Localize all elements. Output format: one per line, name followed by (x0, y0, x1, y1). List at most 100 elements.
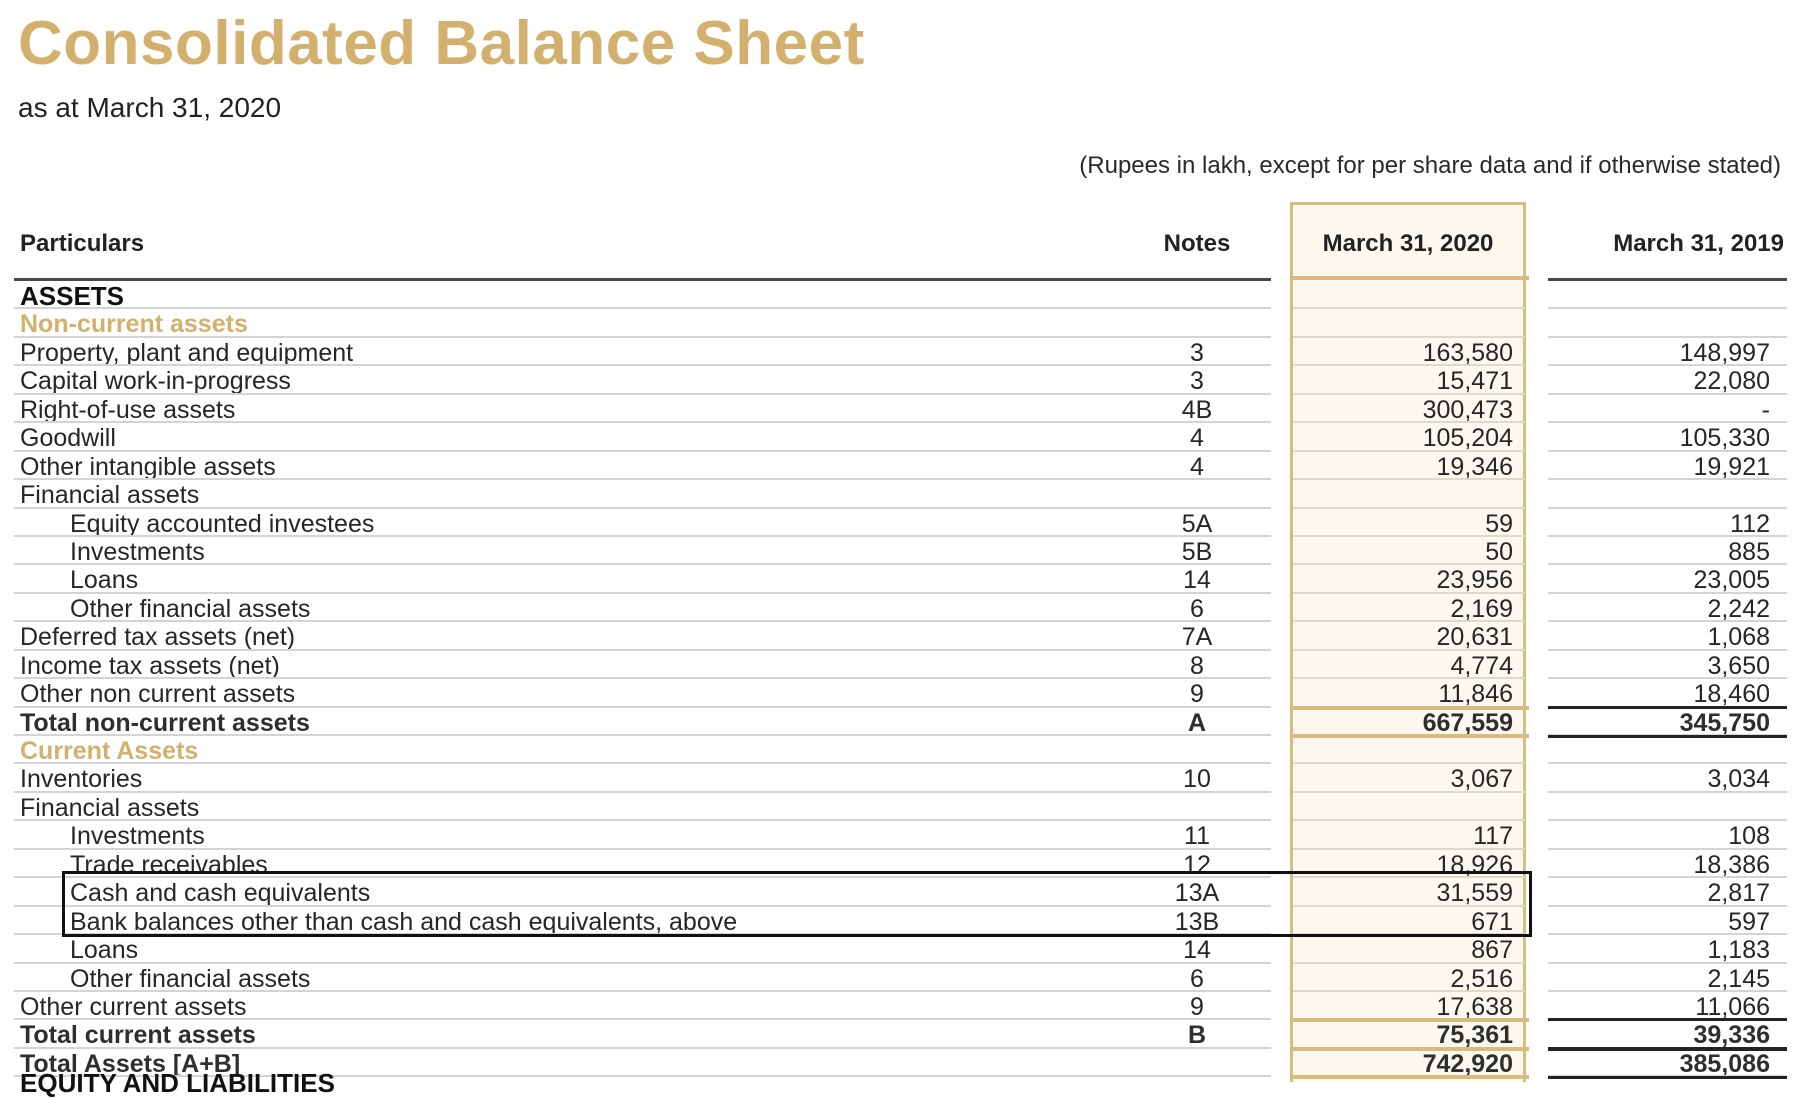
value-2019 (1548, 793, 1770, 821)
row-label: Other non current assets (20, 680, 296, 709)
table-row: Capital work-in-progress 3 15,471 22,080 (0, 366, 1799, 396)
value-2020: 50 (1485, 537, 1513, 566)
value-2020: 300,473 (1422, 395, 1513, 424)
row-note: 14 (1183, 936, 1211, 965)
value-2019: 1,183 (1707, 936, 1770, 965)
table-row: Equity accounted investees 5A 59 112 (0, 509, 1799, 538)
row-label: Other financial assets (70, 594, 311, 623)
row-label: Right-of-use assets (20, 395, 236, 424)
row-label: Other intangible assets (20, 452, 276, 481)
row-note: 3 (1190, 338, 1204, 367)
table-row: Income tax assets (net) 8 4,774 3,650 (0, 651, 1799, 680)
row-label: Other financial assets (70, 964, 311, 993)
value-2020: 117 (1473, 822, 1513, 851)
row-label: Total current assets (20, 1021, 256, 1050)
value-2019 (1548, 736, 1770, 764)
value-2019: 112 (1730, 509, 1770, 538)
value-2020 (1293, 736, 1513, 764)
row-label: Other current assets (20, 992, 247, 1021)
table-row: Loans 14 867 1,183 (0, 935, 1799, 965)
value-2020 (1293, 793, 1513, 821)
value-2019: 345,750 (1679, 708, 1770, 737)
row-note (1130, 480, 1264, 508)
value-2020: 17,638 (1436, 992, 1513, 1021)
row-note: A (1187, 708, 1207, 737)
value-2020: 867 (1471, 936, 1513, 965)
row-note (1130, 736, 1264, 764)
row-note: 4B (1181, 395, 1213, 424)
value-2019: 18,460 (1693, 680, 1770, 709)
row-note: B (1187, 1021, 1207, 1050)
total-rule (1290, 1046, 1529, 1051)
table-row: Inventories 10 3,067 3,034 (0, 764, 1799, 794)
value-2019: 2,817 (1707, 879, 1770, 908)
value-2019: 148,997 (1679, 338, 1770, 367)
total-rule (1548, 1046, 1787, 1050)
value-2019: 597 (1728, 907, 1770, 936)
row-label: Investments (70, 822, 205, 851)
value-2020: 105,204 (1422, 424, 1513, 453)
row-note: 4 (1190, 452, 1204, 481)
table-section-row: Current Assets (0, 736, 1799, 765)
row-note: 6 (1190, 594, 1204, 623)
table-row: Investments 11 117 108 (0, 821, 1799, 851)
row-note (1130, 1049, 1264, 1077)
row-note: 11 (1184, 822, 1210, 851)
table-row: Other financial assets 6 2,169 2,242 (0, 594, 1799, 623)
value-2020: 59 (1485, 509, 1513, 538)
row-label: Inventories (20, 765, 143, 794)
row-label: Financial assets (20, 793, 200, 822)
table-row: Other current assets 9 17,638 11,066 (0, 992, 1799, 1021)
table-row: Financial assets (0, 480, 1799, 509)
row-label: Income tax assets (net) (20, 651, 280, 680)
row-note: 6 (1190, 964, 1204, 993)
row-label: ASSETS (20, 281, 125, 311)
table-row: Loans 14 23,956 23,005 (0, 565, 1799, 595)
unit-note: (Rupees in lakh, except for per share da… (1079, 152, 1781, 179)
row-label: Property, plant and equipment (20, 338, 354, 367)
table-row: Other intangible assets 4 19,346 19,921 (0, 452, 1799, 481)
row-note: 14 (1183, 566, 1211, 595)
row-label: Loans (70, 566, 139, 595)
table-row: Right-of-use assets 4B 300,473 - (0, 395, 1799, 424)
table-row: Deferred tax assets (net) 7A 20,631 1,068 (0, 622, 1799, 652)
value-2020: 2,516 (1450, 964, 1513, 993)
value-2020 (1293, 309, 1513, 337)
value-2019: - (1761, 395, 1770, 424)
total-rule (1290, 1075, 1529, 1080)
row-label: Non-current assets (20, 310, 248, 339)
value-2020: 23,956 (1436, 566, 1513, 595)
row-note: 4 (1190, 424, 1204, 453)
value-2020: 11,846 (1438, 680, 1513, 709)
row-label: Goodwill (20, 424, 116, 453)
value-2020: 15,471 (1436, 367, 1513, 396)
row-note (1130, 281, 1264, 309)
row-label: Deferred tax assets (net) (20, 623, 296, 652)
row-note: 7A (1181, 623, 1213, 652)
value-2019: 105,330 (1679, 424, 1770, 453)
value-2020: 2,169 (1450, 594, 1513, 623)
row-label: Total non-current assets (20, 708, 310, 737)
row-note: 5A (1181, 509, 1213, 538)
value-2020: 163,580 (1422, 338, 1513, 367)
table-section-row: ASSETS (0, 281, 1799, 311)
table-row: Other non current assets 9 11,846 18,460 (0, 679, 1799, 709)
statement-date: as at March 31, 2020 (18, 92, 282, 123)
row-note: 10 (1183, 765, 1211, 794)
table-row: Investments 5B 50 885 (0, 537, 1799, 566)
value-2019 (1548, 480, 1770, 508)
row-label: Capital work-in-progress (20, 367, 291, 396)
value-2019: 22,080 (1693, 367, 1770, 396)
header-current-year: March 31, 2020 (1322, 230, 1494, 257)
table-total-row: Total non-current assets A 667,559 345,750 (0, 705, 1799, 738)
header-prior-year: March 31, 2019 (1613, 230, 1784, 257)
row-label: Investments (70, 537, 205, 566)
value-2020: 742,920 (1422, 1049, 1513, 1078)
value-2020: 4,774 (1450, 651, 1513, 680)
value-2019: 2,145 (1707, 964, 1770, 993)
row-note: 9 (1190, 992, 1204, 1021)
table-row: Goodwill 4 105,204 105,330 (0, 423, 1799, 453)
row-note (1130, 309, 1264, 337)
row-label: Current Assets (20, 737, 199, 765)
value-2020 (1293, 281, 1513, 309)
